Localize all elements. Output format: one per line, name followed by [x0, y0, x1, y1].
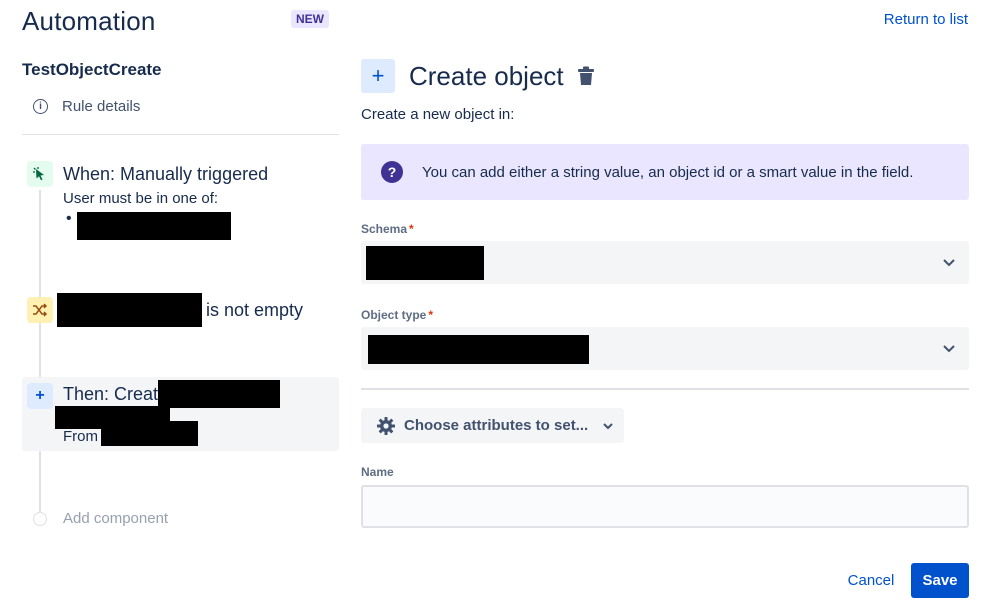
gear-icon	[377, 416, 395, 435]
bullet: •	[66, 210, 72, 227]
redacted-object-type	[158, 380, 280, 408]
name-input[interactable]	[361, 485, 969, 528]
question-icon: ?	[381, 161, 403, 183]
trigger-step-subtitle: User must be in one of:	[63, 190, 219, 207]
cancel-button[interactable]: Cancel	[838, 563, 904, 598]
action-step-title: Then: Create	[63, 384, 169, 404]
required-mark: *	[428, 308, 434, 322]
page-subtitle: Create a new object in:	[361, 106, 515, 123]
plus-icon: +	[361, 59, 395, 93]
object-type-label: Object type *	[361, 308, 433, 322]
rule-name: TestObjectCreate	[22, 60, 162, 79]
page-title: Create object	[409, 61, 564, 91]
add-component-link[interactable]: Add component	[63, 510, 168, 527]
schema-label: Schema *	[361, 222, 414, 236]
cursor-click-icon	[27, 161, 53, 187]
info-icon: i	[33, 99, 48, 114]
trash-icon[interactable]	[577, 66, 595, 86]
redacted-schema-name	[101, 421, 198, 446]
schema-select[interactable]	[361, 241, 969, 284]
choose-attributes-label: Choose attributes to set...	[404, 417, 589, 434]
plus-icon: +	[27, 383, 53, 409]
app-title: Automation	[22, 6, 156, 36]
object-type-label-text: Object type	[361, 308, 427, 322]
info-banner: ? You can add either a string value, an …	[361, 144, 969, 200]
info-banner-text: You can add either a string value, an ob…	[422, 163, 914, 181]
rule-details-label: Rule details	[62, 98, 141, 115]
sidebar-divider	[22, 134, 339, 135]
chevron-down-icon	[603, 422, 613, 429]
redacted-field-name	[57, 293, 202, 327]
add-component-dot	[33, 512, 47, 526]
return-to-list-link[interactable]: Return to list	[884, 11, 968, 28]
object-type-select[interactable]	[361, 327, 969, 370]
condition-step-text[interactable]: is not empty	[206, 300, 303, 321]
schema-label-text: Schema	[361, 222, 408, 236]
redacted-group-name	[77, 212, 231, 240]
divider	[361, 388, 969, 390]
rule-details-link[interactable]: i Rule details	[33, 98, 140, 115]
shuffle-icon	[27, 297, 53, 323]
chevron-down-icon	[943, 345, 955, 353]
trigger-step-title[interactable]: When: Manually triggered	[63, 164, 268, 185]
action-step-from: From	[63, 428, 98, 445]
choose-attributes-button[interactable]: Choose attributes to set...	[361, 408, 624, 443]
save-button[interactable]: Save	[911, 563, 969, 598]
new-badge: NEW	[291, 10, 329, 28]
chevron-down-icon	[943, 259, 955, 267]
timeline-line	[39, 190, 41, 515]
required-mark: *	[409, 222, 414, 236]
redacted-schema-value	[366, 246, 484, 280]
name-label: Name	[361, 465, 394, 479]
redacted-object-type-value	[368, 335, 589, 364]
